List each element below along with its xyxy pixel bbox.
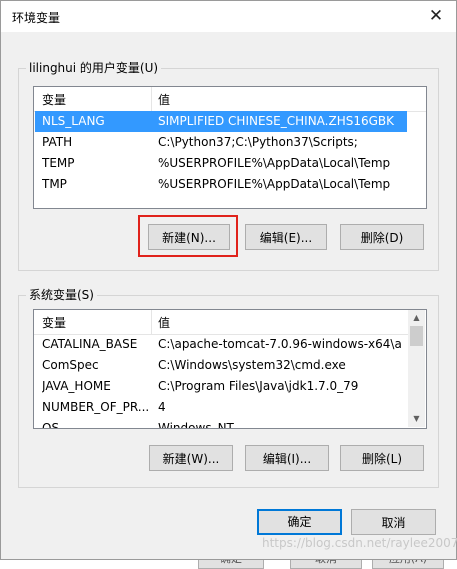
system-row-name: OS xyxy=(42,421,60,429)
user-row-tmp[interactable]: TMP %USERPROFILE%\AppData\Local\Temp xyxy=(35,174,407,195)
system-row-catalina-base[interactable]: CATALINA_BASE C:\apache-tomcat-7.0.96-wi… xyxy=(35,334,407,355)
user-list-header: 变量 值 xyxy=(34,87,426,112)
system-row-java-home[interactable]: JAVA_HOME C:\Program Files\Java\jdk1.7.0… xyxy=(35,376,407,397)
environment-variables-dialog: 环境变量 ✕ lilinghui 的用户变量(U) 变量 值 NLS_LANG … xyxy=(0,0,457,560)
user-row-temp[interactable]: TEMP %USERPROFILE%\AppData\Local\Temp xyxy=(35,153,407,174)
user-row-value: C:\Python37;C:\Python37\Scripts; xyxy=(158,135,358,149)
system-col-value[interactable]: 值 xyxy=(158,314,170,331)
user-row-value: %USERPROFILE%\AppData\Local\Temp xyxy=(158,177,391,191)
scroll-thumb[interactable] xyxy=(410,326,423,346)
system-row-name: ComSpec xyxy=(42,358,99,372)
system-row-comspec[interactable]: ComSpec C:\Windows\system32\cmd.exe xyxy=(35,355,407,376)
system-variables-list[interactable]: 变量 值 CATALINA_BASE C:\apache-tomcat-7.0.… xyxy=(33,309,427,429)
user-delete-button[interactable]: 删除(D) xyxy=(340,224,424,250)
system-row-os[interactable]: OS Windows_NT xyxy=(35,418,407,429)
window-title: 环境变量 xyxy=(12,11,61,25)
system-variables-label: 系统变量(S) xyxy=(26,286,97,303)
system-row-value: 4 xyxy=(158,400,166,414)
user-row-name: PATH xyxy=(42,135,73,149)
user-new-button[interactable]: 新建(N)... xyxy=(148,224,230,250)
system-delete-button[interactable]: 删除(L) xyxy=(340,445,424,471)
cancel-button[interactable]: 取消 xyxy=(351,509,436,535)
user-row-name: TMP xyxy=(42,177,67,191)
close-icon[interactable]: ✕ xyxy=(424,5,448,27)
system-new-button[interactable]: 新建(W)... xyxy=(149,445,233,471)
system-row-number-of-processors[interactable]: NUMBER_OF_PR... 4 xyxy=(35,397,407,418)
title-bar[interactable]: 环境变量 ✕ xyxy=(1,1,456,32)
system-edit-button[interactable]: 编辑(I)... xyxy=(245,445,329,471)
user-variables-label: lilinghui 的用户变量(U) xyxy=(26,59,162,76)
scroll-up-arrow-icon[interactable]: ▲ xyxy=(408,311,425,325)
system-list-header: 变量 值 xyxy=(34,310,408,335)
user-row-name: NLS_LANG xyxy=(42,114,105,128)
user-col-variable[interactable]: 变量 xyxy=(42,91,66,108)
column-separator xyxy=(151,310,152,334)
column-separator xyxy=(151,87,152,111)
user-col-value[interactable]: 值 xyxy=(158,91,170,108)
user-variables-list[interactable]: 变量 值 NLS_LANG SIMPLIFIED CHINESE_CHINA.Z… xyxy=(33,86,427,209)
user-row-path[interactable]: PATH C:\Python37;C:\Python37\Scripts; xyxy=(35,132,407,153)
system-row-value: C:\apache-tomcat-7.0.96-windows-x64\a... xyxy=(158,337,403,351)
system-list-scrollbar[interactable]: ▲ ▼ xyxy=(408,310,425,427)
scroll-down-arrow-icon[interactable]: ▼ xyxy=(408,412,425,426)
user-row-value: %USERPROFILE%\AppData\Local\Temp xyxy=(158,156,391,170)
ok-button[interactable]: 确定 xyxy=(257,509,342,535)
system-row-value: C:\Windows\system32\cmd.exe xyxy=(158,358,346,372)
user-row-value: SIMPLIFIED CHINESE_CHINA.ZHS16GBK xyxy=(158,114,395,128)
system-row-name: NUMBER_OF_PR... xyxy=(42,400,150,414)
system-row-name: JAVA_HOME xyxy=(42,379,111,393)
watermark: https://blog.csdn.net/raylee2007 xyxy=(262,536,457,550)
user-edit-button[interactable]: 编辑(E)... xyxy=(245,224,327,250)
system-col-variable[interactable]: 变量 xyxy=(42,314,66,331)
system-row-value: C:\Program Files\Java\jdk1.7.0_79 xyxy=(158,379,359,393)
system-row-name: CATALINA_BASE xyxy=(42,337,138,351)
user-row-nls-lang[interactable]: NLS_LANG SIMPLIFIED CHINESE_CHINA.ZHS16G… xyxy=(35,111,407,132)
system-row-value: Windows_NT xyxy=(158,421,234,429)
user-row-name: TEMP xyxy=(42,156,75,170)
